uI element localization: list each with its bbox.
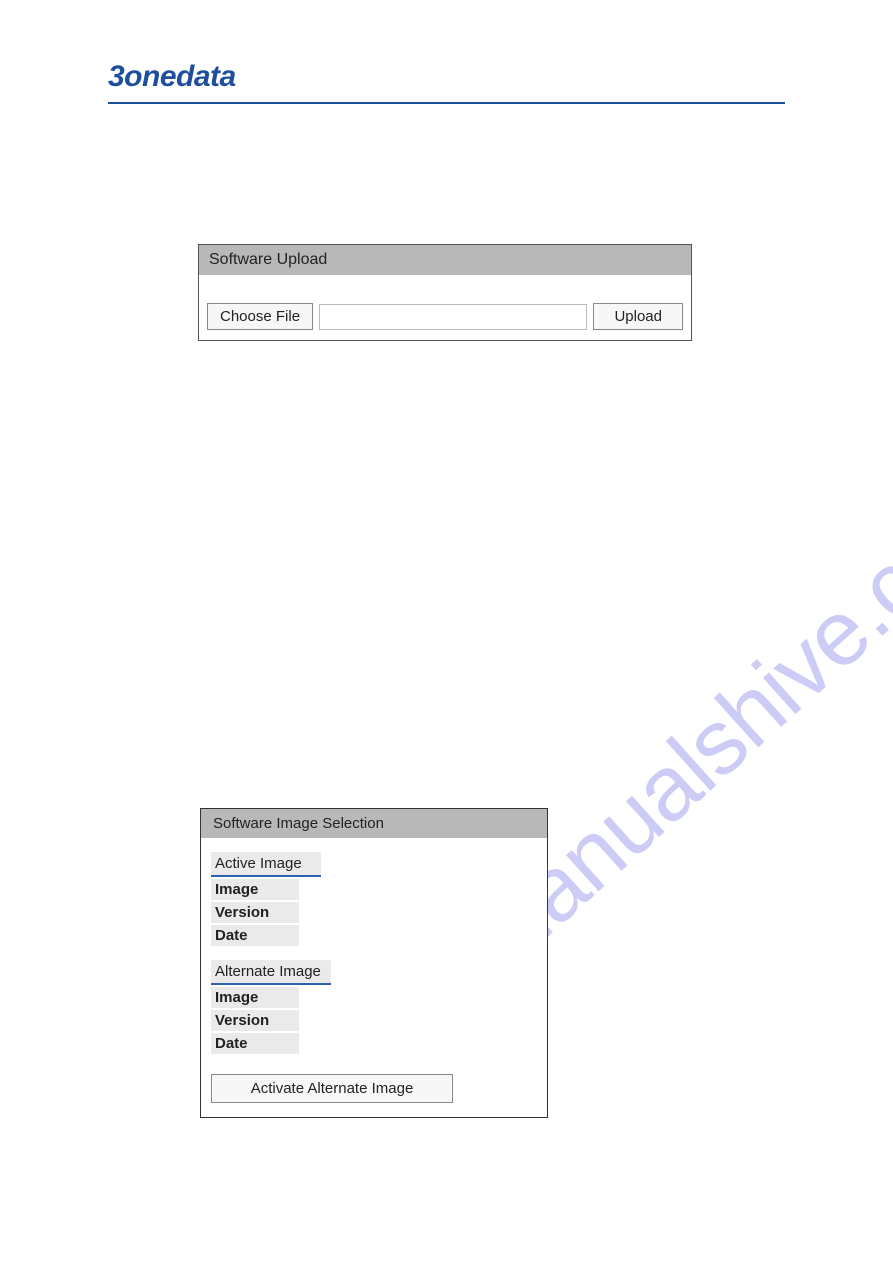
panel-footer: Activate Alternate Image [201,1054,547,1117]
active-image-section: Active Image Image Version Date [201,838,547,946]
table-row: Date [211,1033,537,1054]
software-image-selection-panel: Software Image Selection Active Image Im… [200,808,548,1118]
file-path-field[interactable] [319,304,587,330]
table-row: Version [211,902,537,923]
page-header: 3onedata [108,60,785,104]
table-row: Image [211,987,537,1008]
field-label-version: Version [211,1010,299,1031]
field-label-version: Version [211,902,299,923]
table-row: Version [211,1010,537,1031]
document-page: 3onedata manualshive.com Software Upload… [0,0,893,1263]
upload-body: Choose File Upload [199,275,691,340]
brand-logo: 3onedata [108,60,785,94]
field-label-image: Image [211,879,299,900]
field-label-date: Date [211,1033,299,1054]
header-rule [108,102,785,104]
active-image-heading: Active Image [211,852,321,877]
table-row: Image [211,879,537,900]
alternate-image-heading: Alternate Image [211,960,331,985]
panel-title: Software Upload [199,245,691,275]
activate-alternate-image-button[interactable]: Activate Alternate Image [211,1074,453,1103]
table-row: Date [211,925,537,946]
field-label-image: Image [211,987,299,1008]
software-upload-panel: Software Upload Choose File Upload [198,244,692,341]
alternate-image-section: Alternate Image Image Version Date [201,946,547,1054]
field-label-date: Date [211,925,299,946]
choose-file-button[interactable]: Choose File [207,303,313,330]
upload-button[interactable]: Upload [593,303,683,330]
panel-title: Software Image Selection [201,809,547,838]
